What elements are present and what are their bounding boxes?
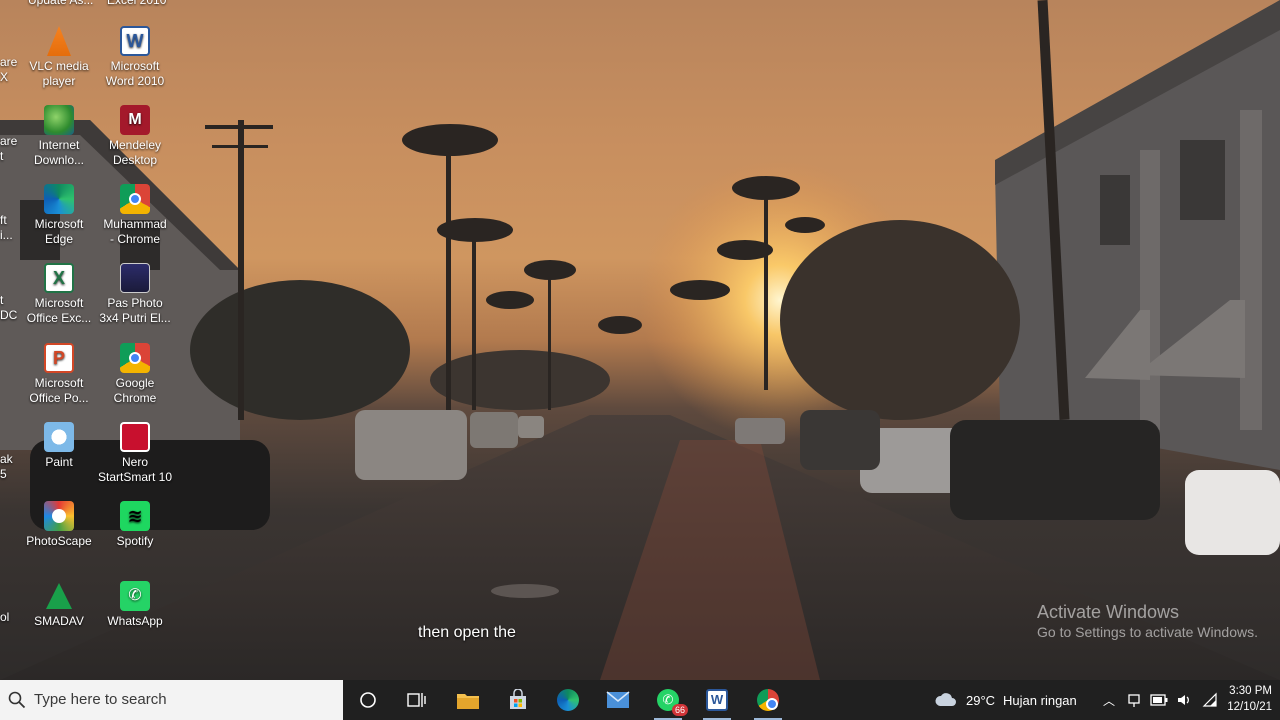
desktop-icon-label-cut[interactable]: ol [0,610,9,625]
battery-icon[interactable] [1150,694,1168,706]
desktop-icon-label: SMADAV [34,614,84,628]
cortana-button[interactable] [344,680,392,720]
word-icon: W [120,26,150,56]
excel-icon: X [44,263,74,293]
desktop-icon-label: Mendeley Desktop [108,138,162,167]
search-placeholder: Type here to search [34,691,167,708]
notification-badge: 66 [671,704,688,716]
desktop-icon-smadav[interactable]: SMADAV [20,579,98,655]
desktop-icon-chrome-profile[interactable]: Muhammad - Chrome [96,182,174,258]
desktop-icon-label: Internet Downlo... [33,138,85,167]
desktop-icon-photoscape[interactable]: PhotoScape [20,499,98,575]
weather-temperature: 29°C [966,692,996,708]
chrome-icon [757,689,779,711]
desktop-icon-label: Microsoft Office Po... [29,376,89,405]
taskbar-edge[interactable] [544,680,592,720]
desktop-icon-label: Microsoft Office Exc... [26,296,92,325]
task-view-button[interactable] [393,680,441,720]
taskbar-whatsapp[interactable]: ✆ 66 [644,680,692,720]
taskbar-word[interactable]: W [693,680,741,720]
activate-windows-subtitle: Go to Settings to activate Windows. [1037,624,1258,640]
desktop-icon-label: WhatsApp [107,614,163,628]
desktop-icon-label-cut[interactable]: t DC [0,293,17,323]
search-icon [8,691,26,709]
edge-icon [557,689,579,711]
cloud-rain-icon [935,693,956,706]
desktop-icon-vlc[interactable]: VLC media player [20,24,98,100]
task-view-icon [407,693,426,707]
desktop-icon-idm[interactable]: Internet Downlo... [20,103,98,179]
desktop-icon-label-cut[interactable]: ft i... [0,213,13,243]
activate-windows-watermark: Activate Windows Go to Settings to activ… [1037,601,1258,641]
desktop-icon-label: Microsoft Word 2010 [105,59,165,88]
desktop-icon-edge[interactable]: Microsoft Edge [20,182,98,258]
desktop-icon-word[interactable]: W Microsoft Word 2010 [96,24,174,100]
clock-time: 3:30 PM [1229,685,1272,697]
activate-windows-title: Activate Windows [1037,602,1180,622]
desktop-icon-label: Muhammad - Chrome [103,217,167,246]
desktop-icon-paint[interactable]: Paint [20,420,98,496]
photo-icon [120,263,150,293]
desktop-icon-label-cut[interactable]: are t [0,134,17,164]
whatsapp-icon: ✆ [120,581,150,611]
desktop-icon-label: Google Chrome [113,376,157,405]
taskbar-file-explorer[interactable] [444,680,492,720]
desktop-icon-spotify[interactable]: ≋ Spotify [96,499,174,575]
desktop-icon-mendeley[interactable]: M Mendeley Desktop [96,103,174,179]
spotify-icon: ≋ [120,501,150,531]
desktop-icon-label: VLC media player [29,59,89,88]
wifi-icon[interactable] [1202,692,1218,708]
chevron-up-icon[interactable]: ︿ [1100,692,1118,709]
weather-widget[interactable]: 29°C Hujan ringan [934,680,1077,720]
desktop-wallpaper [0,0,1280,680]
taskbar-store[interactable] [494,680,542,720]
desktop-icon-powerpoint[interactable]: P Microsoft Office Po... [20,341,98,417]
desktop-icon-label-cut[interactable]: are X [0,55,17,85]
edge-icon [44,184,74,214]
desktop-icon-nero[interactable]: Nero StartSmart 10 [96,420,174,496]
taskbar: Type here to search ✆ 66 W 29°C Hujan ri… [0,680,1280,720]
desktop-icon-label: Nero StartSmart 10 [97,455,173,484]
speaker-icon[interactable] [1176,692,1192,708]
photoscape-icon [44,501,74,531]
desktop-icon-pasphoto[interactable]: Pas Photo 3x4 Putri El... [96,261,174,337]
chrome-icon [120,184,150,214]
powerpoint-icon: P [44,343,74,373]
wallpaper-scene [0,0,1280,680]
word-icon: W [706,689,728,711]
mendeley-icon: M [120,105,150,135]
microsoft-store-icon [510,689,526,709]
desktop-icon-label-cut[interactable]: Excel 2010 [107,0,166,8]
taskbar-mail[interactable] [594,680,642,720]
weather-condition: Hujan ringan [1003,692,1077,708]
desktop-icon-label-cut[interactable]: Update As... [28,0,93,8]
desktop-icon-excel[interactable]: X Microsoft Office Exc... [20,261,98,337]
taskbar-search-box[interactable]: Type here to search [0,680,343,720]
nero-icon [120,422,150,452]
desktop-icon-whatsapp[interactable]: ✆ WhatsApp [96,579,174,655]
cortana-icon [360,692,376,708]
desktop-icon-label: Pas Photo 3x4 Putri El... [99,296,171,325]
paint-icon [44,422,74,452]
desktop-icon-chrome[interactable]: Google Chrome [96,341,174,417]
network-adapter-icon[interactable] [1126,692,1142,708]
desktop-icon-label: Microsoft Edge [34,217,84,246]
video-subtitle: then open the [418,624,516,641]
taskbar-chrome[interactable] [744,680,792,720]
file-explorer-icon [457,694,479,709]
system-tray-icons: ︿ [1100,680,1218,720]
idm-icon [44,105,74,135]
desktop-icon-label: PhotoScape [26,534,92,548]
desktop-icon-label: Paint [45,455,73,469]
desktop-icon-label-cut[interactable]: ak 5 [0,452,13,482]
taskbar-clock[interactable]: 3:30 PM 12/10/21 [1227,683,1272,715]
mail-icon [606,691,630,708]
vlc-icon [47,26,71,56]
desktop-icon-label: Spotify [116,534,154,548]
clock-date: 12/10/21 [1227,701,1272,713]
chrome-icon [120,343,150,373]
smadav-icon [44,581,74,611]
